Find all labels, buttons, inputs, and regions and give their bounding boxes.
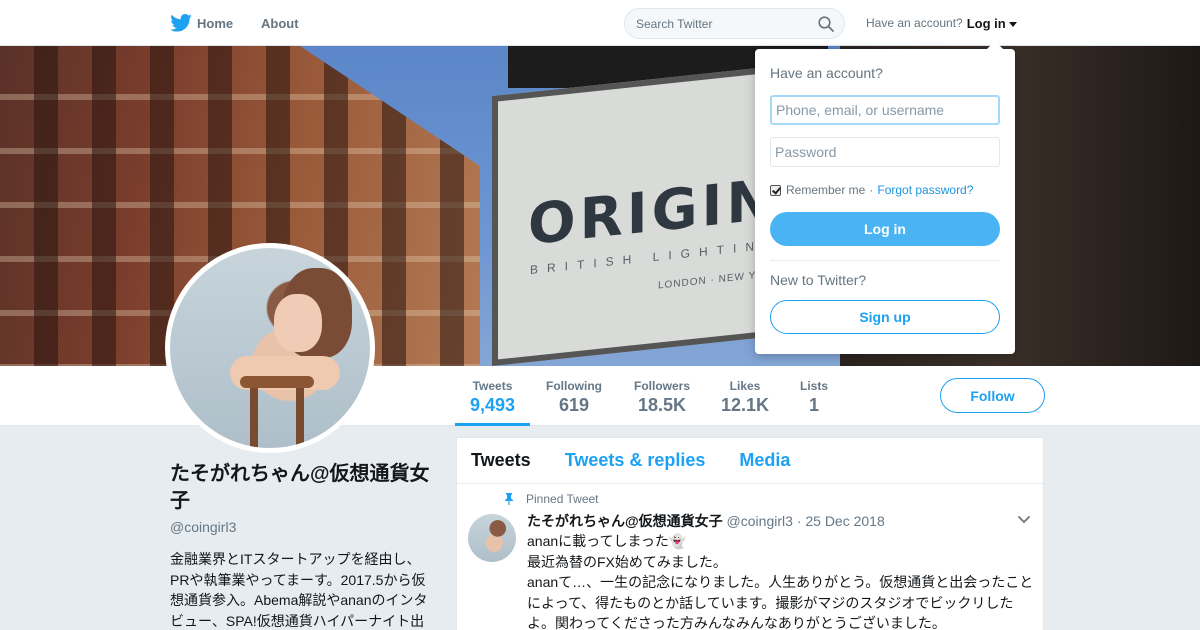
new-to-twitter-prompt: New to Twitter? xyxy=(770,272,867,288)
tweet-line: 最近為替のFX始めてみました。 xyxy=(527,553,727,570)
search-box xyxy=(624,8,845,39)
stat-value: 9,493 xyxy=(469,395,516,415)
stat-value: 12.1K xyxy=(720,395,770,415)
search-input[interactable] xyxy=(625,9,844,38)
tab-tweets[interactable]: Tweets xyxy=(471,450,531,471)
stat-value: 619 xyxy=(558,395,590,415)
login-button[interactable]: Log in xyxy=(770,212,1000,246)
stat-value: 18.5K xyxy=(637,395,687,415)
remember-me-checkbox[interactable] xyxy=(770,184,781,196)
pinned-indicator: Pinned Tweet xyxy=(503,492,599,506)
login-dropdown-toggle[interactable]: Log in xyxy=(967,16,1006,31)
twitter-bird-icon xyxy=(170,14,192,32)
dropdown-divider xyxy=(770,260,1000,261)
search-icon[interactable] xyxy=(818,16,834,32)
follow-button[interactable]: Follow xyxy=(940,378,1045,413)
timeline-tabs: Tweets Tweets & replies Media xyxy=(457,438,1043,484)
stat-likes[interactable]: Likes 12.1K xyxy=(716,366,774,426)
avatar-stool xyxy=(240,376,314,448)
login-dropdown: Have an account? Remember me · Forgot pa… xyxy=(755,41,1015,354)
profile-name[interactable]: たそがれちゃん@仮想通貨女子 xyxy=(170,461,440,515)
stat-followers[interactable]: Followers 18.5K xyxy=(628,366,696,426)
profile-handle[interactable]: @coingirl3 xyxy=(170,519,236,535)
stat-label: Tweets xyxy=(472,379,513,393)
stat-following[interactable]: Following 619 xyxy=(540,366,608,426)
top-navigation: Home About Have an account? Log in xyxy=(0,0,1200,46)
nav-about-link[interactable]: About xyxy=(261,0,299,46)
tweet-handle[interactable]: @coingirl3 xyxy=(727,513,793,529)
profile-bio: 金融業界とITスタートアップを経由し、PRや執筆業やってまーす。2017.5から… xyxy=(170,551,428,629)
username-input[interactable] xyxy=(770,95,1000,125)
stat-tweets[interactable]: Tweets 9,493 xyxy=(455,366,530,426)
stat-lists[interactable]: Lists 1 xyxy=(794,366,834,426)
password-input[interactable] xyxy=(770,137,1000,167)
stat-label: Likes xyxy=(729,379,761,393)
login-dropdown-title: Have an account? xyxy=(770,65,883,81)
tweet-separator: · xyxy=(796,513,802,529)
remember-separator: · xyxy=(869,183,874,197)
timeline: Tweets Tweets & replies Media Pinned Twe… xyxy=(456,437,1044,630)
remember-me-row: Remember me · Forgot password? xyxy=(770,183,973,197)
signup-button[interactable]: Sign up xyxy=(770,300,1000,334)
account-menu: Have an account? Log in xyxy=(866,0,1017,46)
tweet-header: たそがれちゃん@仮想通貨女子 @coingirl3 · 25 Dec 2018 xyxy=(527,511,885,531)
caret-down-icon[interactable] xyxy=(1008,21,1017,27)
tab-media[interactable]: Media xyxy=(739,450,790,471)
avatar-face xyxy=(274,294,322,352)
tweet-avatar[interactable] xyxy=(468,514,516,562)
tweet-line: ananに載ってしまった👻 xyxy=(527,533,687,549)
tab-tweets-and-replies[interactable]: Tweets & replies xyxy=(565,450,706,471)
forgot-password-link[interactable]: Forgot password? xyxy=(877,183,973,197)
stat-label: Following xyxy=(546,379,602,393)
profile-avatar[interactable] xyxy=(165,243,375,453)
tweet-date[interactable]: 25 Dec 2018 xyxy=(805,513,884,529)
tweet-text: ananに載ってしまった👻 最近為替のFX始めてみました。 ananて…、一生の… xyxy=(527,531,1037,630)
account-prompt: Have an account? xyxy=(866,16,963,30)
tweet-fullname[interactable]: たそがれちゃん@仮想通貨女子 xyxy=(527,513,723,529)
tweet-line: ananて…、一生の記念になりました。人生ありがとう。仮想通貨と出会ったことによ… xyxy=(527,574,1034,630)
chevron-down-icon[interactable] xyxy=(1018,516,1030,524)
remember-me-label[interactable]: Remember me xyxy=(786,183,865,197)
stat-label: Lists xyxy=(799,379,828,393)
nav-home-link[interactable]: Home xyxy=(170,0,233,46)
pinned-label: Pinned Tweet xyxy=(526,492,599,506)
pin-icon xyxy=(505,493,513,505)
nav-home-label: Home xyxy=(197,15,234,31)
stat-value: 1 xyxy=(808,395,819,415)
stat-label: Followers xyxy=(633,379,690,393)
